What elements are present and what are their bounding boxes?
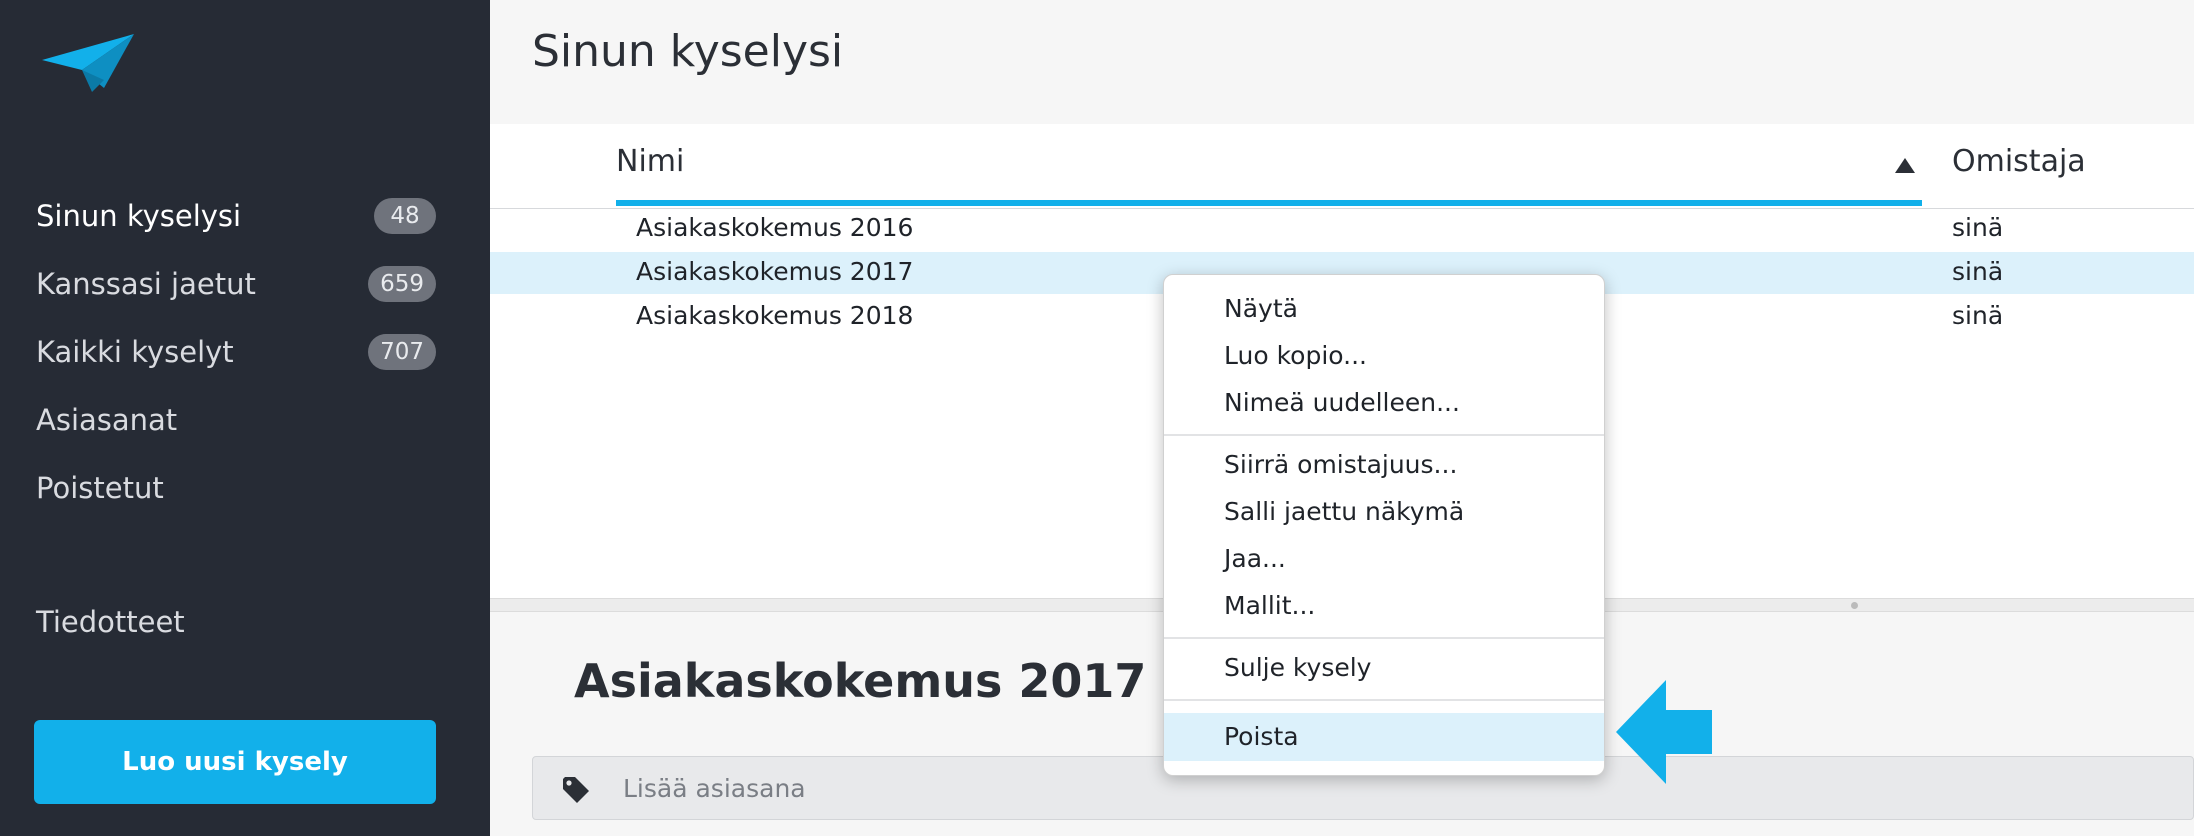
count-badge: 659 bbox=[368, 266, 436, 302]
survey-name: Asiakaskokemus 2018 bbox=[636, 301, 914, 330]
sidebar-item-label: Kaikki kyselyt bbox=[36, 335, 234, 369]
sort-column-indicator bbox=[616, 200, 1922, 206]
sidebar-item-label: Asiasanat bbox=[36, 403, 178, 437]
menu-separator bbox=[1164, 434, 1604, 436]
sidebar-item-keywords[interactable]: Asiasanat bbox=[36, 395, 436, 445]
sidebar-item-label: Sinun kyselysi bbox=[36, 199, 242, 233]
survey-detail-title: Asiakaskokemus 2017 bbox=[574, 654, 1147, 708]
survey-owner: sinä bbox=[1952, 213, 2004, 242]
menu-item-share[interactable]: Jaa... bbox=[1164, 535, 1604, 583]
sidebar-item-your-surveys[interactable]: Sinun kyselysi 48 bbox=[36, 191, 436, 241]
survey-owner: sinä bbox=[1952, 301, 2004, 330]
menu-item-show[interactable]: Näytä bbox=[1164, 285, 1604, 333]
page-title: Sinun kyselysi bbox=[532, 26, 844, 77]
grip-icon bbox=[1851, 602, 1858, 609]
menu-item-shared-view[interactable]: Salli jaettu näkymä bbox=[1164, 488, 1604, 536]
sidebar: Sinun kyselysi 48 Kanssasi jaetut 659 Ka… bbox=[0, 0, 490, 836]
context-menu: Näytä Luo kopio... Nimeä uudelleen... Si… bbox=[1163, 274, 1605, 776]
sidebar-item-announcements[interactable]: Tiedotteet bbox=[36, 597, 436, 647]
menu-separator bbox=[1164, 699, 1604, 701]
sidebar-item-shared-with-you[interactable]: Kanssasi jaetut 659 bbox=[36, 259, 436, 309]
table-row[interactable]: Asiakaskokemus 2016 sinä bbox=[490, 208, 2194, 250]
sidebar-item-label: Poistetut bbox=[36, 471, 164, 505]
menu-item-templates[interactable]: Mallit... bbox=[1164, 582, 1604, 630]
tag-icon bbox=[563, 777, 589, 803]
pointer-arrow-icon bbox=[1616, 680, 1712, 784]
column-header-owner[interactable]: Omistaja bbox=[1952, 144, 2086, 179]
paper-plane-logo-icon[interactable] bbox=[42, 30, 134, 92]
sidebar-item-all-surveys[interactable]: Kaikki kyselyt 707 bbox=[36, 327, 436, 377]
sort-ascending-icon[interactable] bbox=[1895, 158, 1915, 173]
menu-item-rename[interactable]: Nimeä uudelleen... bbox=[1164, 379, 1604, 427]
menu-item-close-survey[interactable]: Sulje kysely bbox=[1164, 644, 1604, 692]
menu-separator bbox=[1164, 637, 1604, 639]
menu-item-transfer-ownership[interactable]: Siirrä omistajuus... bbox=[1164, 441, 1604, 489]
menu-item-delete[interactable]: Poista bbox=[1164, 713, 1604, 761]
menu-item-copy[interactable]: Luo kopio... bbox=[1164, 332, 1604, 380]
create-survey-button[interactable]: Luo uusi kysely bbox=[34, 720, 436, 804]
count-badge: 707 bbox=[368, 334, 436, 370]
column-header-name[interactable]: Nimi bbox=[616, 144, 684, 179]
survey-name: Asiakaskokemus 2016 bbox=[636, 213, 914, 242]
count-badge: 48 bbox=[374, 198, 436, 234]
sidebar-item-deleted[interactable]: Poistetut bbox=[36, 463, 436, 513]
sidebar-item-label: Tiedotteet bbox=[36, 605, 185, 639]
survey-owner: sinä bbox=[1952, 257, 2004, 286]
sidebar-item-label: Kanssasi jaetut bbox=[36, 267, 256, 301]
survey-name: Asiakaskokemus 2017 bbox=[636, 257, 914, 286]
